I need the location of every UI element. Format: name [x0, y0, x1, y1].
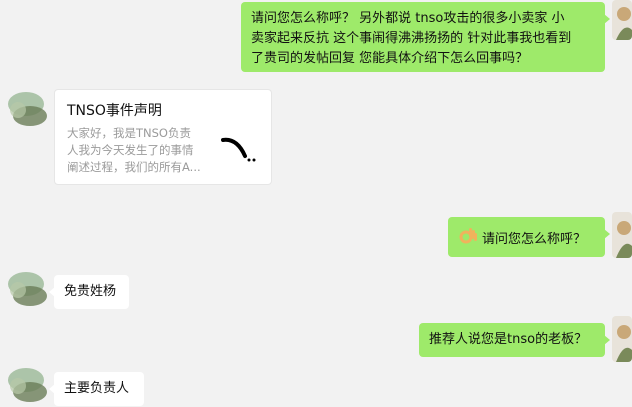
outgoing-message[interactable]: 请问您怎么称呼？: [448, 217, 610, 257]
incoming-message[interactable]: 免贵姓杨: [49, 275, 129, 309]
card-title: TNSO事件声明: [67, 103, 162, 119]
card-desc-line: 人我为今天发生了的事情: [67, 143, 194, 157]
message-text: 免贵姓杨: [64, 284, 117, 299]
card-desc-line: 阐述过程，我们的所有A...: [67, 160, 201, 174]
card-desc-line: 大家好，我是TNSO负责: [67, 126, 191, 140]
contact-avatar[interactable]: [4, 86, 50, 132]
card-thumbnail-icon: [219, 130, 259, 170]
article-card[interactable]: TNSO事件声明 大家好，我是TNSO负责 人我为今天发生了的事情 阐述过程，我…: [54, 89, 272, 185]
self-avatar[interactable]: [612, 0, 632, 40]
self-avatar[interactable]: [612, 316, 632, 362]
message-text: 主要负责人: [64, 381, 130, 396]
contact-avatar[interactable]: [4, 362, 50, 407]
self-avatar[interactable]: [612, 212, 632, 258]
card-description: 大家好，我是TNSO负责 人我为今天发生了的事情 阐述过程，我们的所有A...: [67, 125, 209, 176]
message-text: 推荐人说您是tnso的老板？: [429, 332, 588, 347]
message-text: 请问您怎么称呼？: [482, 232, 587, 247]
outgoing-message[interactable]: 推荐人说您是tnso的老板？: [419, 323, 610, 357]
message-line: 卖家起来反抗 这个事闹得沸沸扬扬的 针对此事我也看到: [251, 31, 572, 46]
outgoing-message[interactable]: 请问您怎么称呼？ 另外都说 tnso攻击的很多小卖家 小 卖家起来反抗 这个事闹…: [241, 2, 610, 72]
message-line: 了贵司的发帖回复 您能具体介绍下怎么回事吗？: [251, 51, 529, 66]
ok-hand-icon: [458, 226, 478, 253]
message-line: 请问您怎么称呼？ 另外都说 tnso攻击的很多小卖家 小: [251, 11, 565, 26]
incoming-message[interactable]: 主要负责人: [49, 372, 144, 406]
contact-avatar[interactable]: [4, 266, 50, 312]
